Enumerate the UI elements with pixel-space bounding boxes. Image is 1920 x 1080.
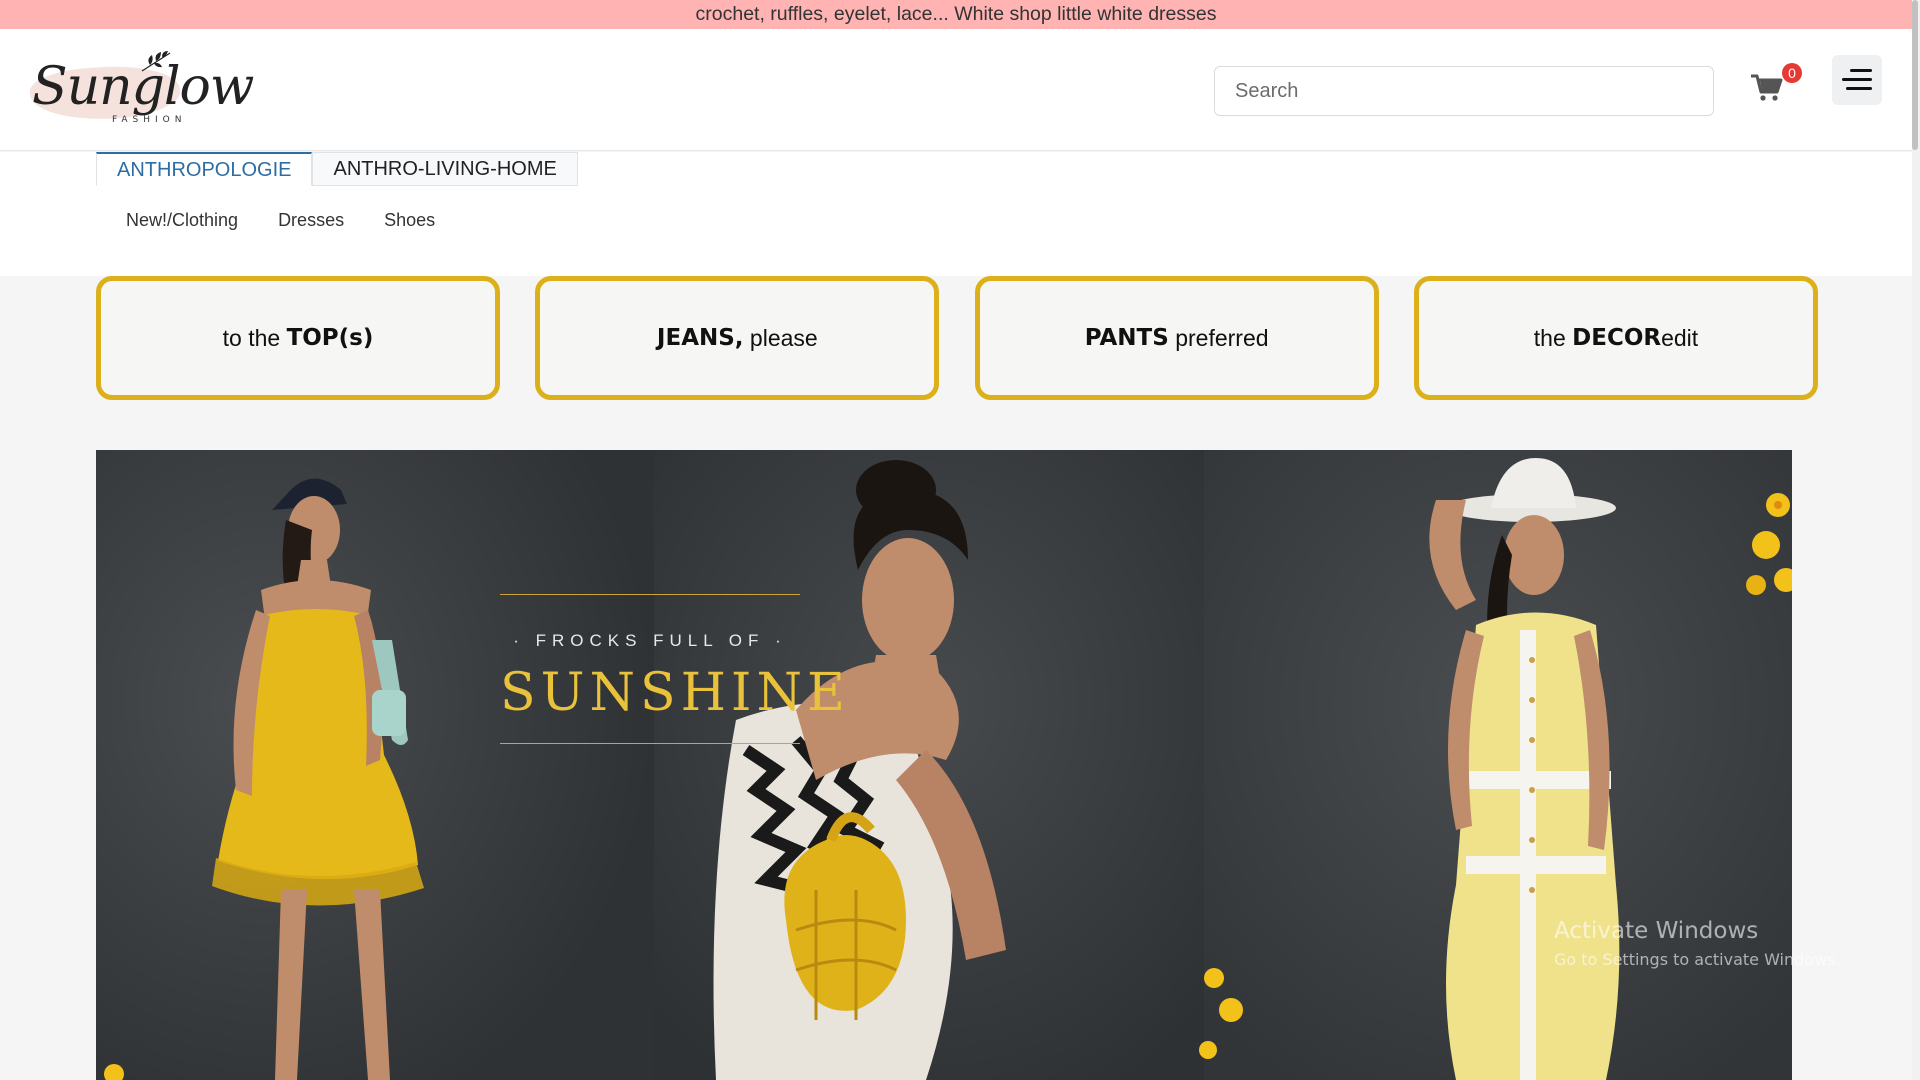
- category-card-decor[interactable]: the DECOR edit: [1413, 276, 1818, 400]
- card-text-post: edit: [1661, 324, 1699, 351]
- hero-illustration: [96, 450, 1792, 1080]
- card-text-bold: JEANS,: [656, 325, 744, 351]
- hero-banner[interactable]: · FROCKS FULL OF · SUNSHINE: [96, 450, 1792, 1080]
- menu-button[interactable]: [1832, 55, 1882, 105]
- category-cards: to the TOP(s) JEANS, please PANTS prefer…: [96, 276, 1818, 400]
- promo-banner[interactable]: crochet, ruffles, eyelet, lace... White …: [0, 0, 1912, 29]
- cart-count-badge: 0: [1782, 63, 1802, 83]
- watermark-line2: Go to Settings to activate Windows.: [1554, 950, 1841, 969]
- hero-title: SUNSHINE: [500, 663, 850, 723]
- hero-kicker: · FROCKS FULL OF ·: [513, 631, 787, 650]
- watermark-line1: Activate Windows: [1554, 918, 1759, 944]
- scrollbar-thumb[interactable]: [1912, 0, 1918, 150]
- windows-activation-watermark: Activate Windows Go to Settings to activ…: [1554, 918, 1841, 969]
- site-header: Sunglow FASHION 0: [0, 29, 1912, 151]
- category-card-jeans[interactable]: JEANS, please: [535, 276, 940, 400]
- hero-headline: · FROCKS FULL OF · SUNSHINE: [500, 594, 850, 744]
- tab-anthro-living-home[interactable]: ANTHRO-LIVING-HOME: [312, 152, 578, 186]
- hero-rule-bottom: [500, 743, 800, 744]
- hamburger-menu-icon: [1850, 69, 1872, 72]
- brand-logo[interactable]: Sunglow FASHION: [28, 49, 254, 134]
- logo-wordmark: Sunglow: [32, 57, 254, 117]
- cart-button[interactable]: 0: [1750, 63, 1806, 105]
- subnav-shoes[interactable]: Shoes: [384, 210, 435, 231]
- hamburger-line: [1846, 87, 1872, 90]
- page-scrollbar[interactable]: [1912, 0, 1920, 1080]
- card-text-bold: TOP(s): [286, 325, 374, 351]
- hamburger-line: [1842, 78, 1872, 81]
- card-text-bold: DECOR: [1572, 325, 1662, 351]
- card-text-post: preferred: [1168, 324, 1269, 351]
- cart-icon: [1751, 74, 1783, 101]
- store-navigation: ANTHROPOLOGIE ANTHRO-LIVING-HOME New!/Cl…: [0, 152, 1912, 276]
- card-text-pre: to the: [222, 324, 287, 351]
- store-tabs: ANTHROPOLOGIE ANTHRO-LIVING-HOME: [96, 152, 578, 186]
- category-card-tops[interactable]: to the TOP(s): [96, 276, 500, 400]
- tab-anthropologie[interactable]: ANTHROPOLOGIE: [96, 152, 313, 186]
- category-card-pants[interactable]: PANTS preferred: [974, 276, 1379, 400]
- subnav: New!/Clothing Dresses Shoes: [126, 210, 435, 231]
- card-text-bold: PANTS: [1084, 325, 1169, 351]
- card-text-pre: the: [1533, 324, 1573, 351]
- logo-subtext: FASHION: [112, 115, 187, 125]
- subnav-dresses[interactable]: Dresses: [278, 210, 344, 231]
- card-text-post: please: [743, 324, 818, 351]
- hero-rule-top: [500, 594, 800, 595]
- subnav-new-clothing[interactable]: New!/Clothing: [126, 210, 238, 231]
- search-input[interactable]: [1214, 66, 1714, 116]
